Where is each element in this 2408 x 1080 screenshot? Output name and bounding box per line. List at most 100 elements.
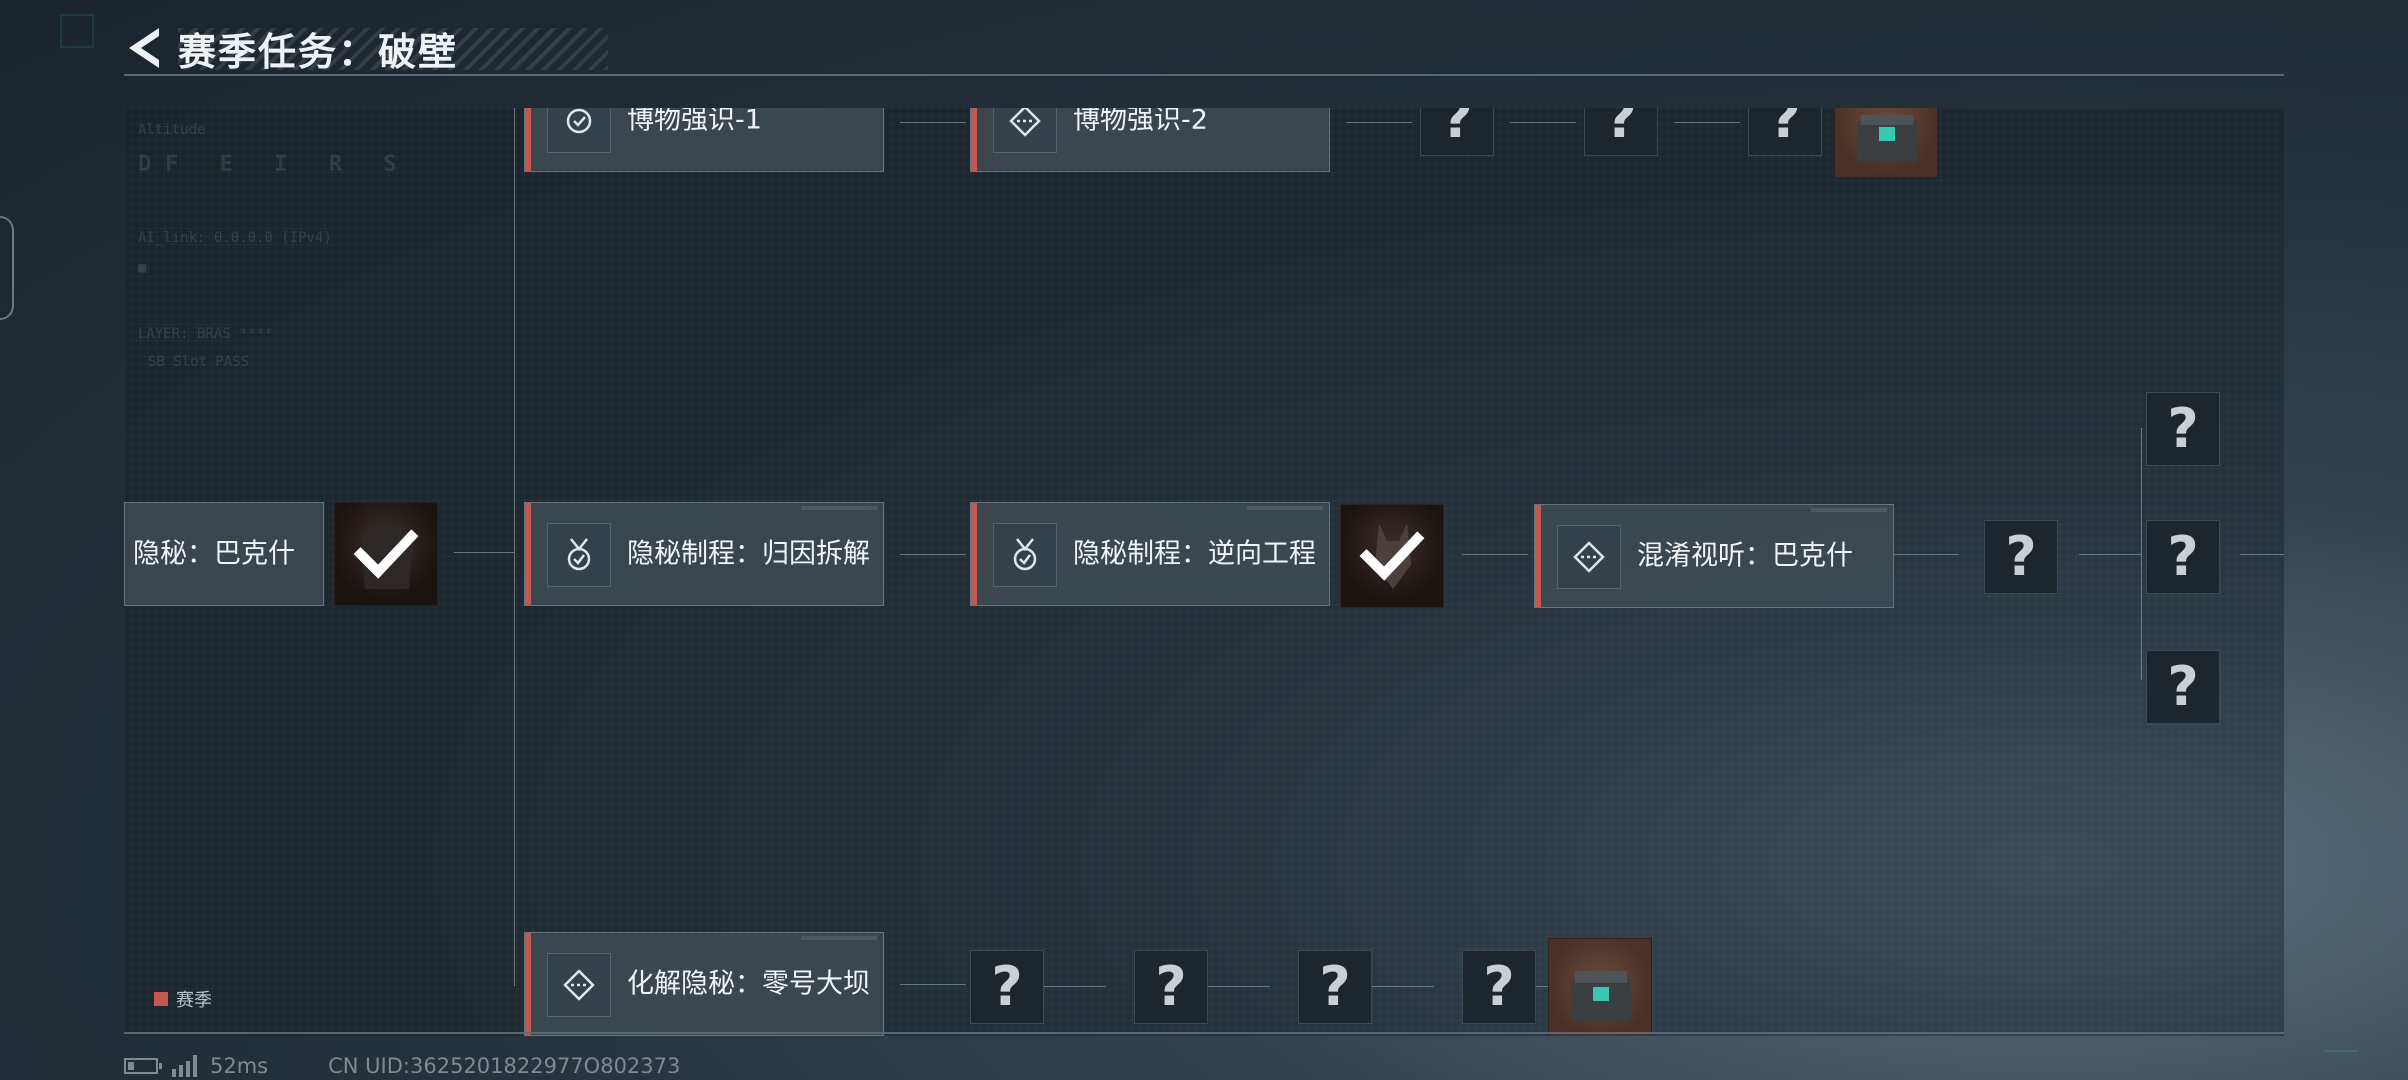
deco-text: SB Slot PASS bbox=[148, 354, 250, 370]
season-legend-swatch bbox=[154, 992, 168, 1006]
question-mark-icon: ? bbox=[991, 955, 1023, 1018]
title-box: 赛季任务：破壁 bbox=[178, 22, 608, 74]
back-button[interactable] bbox=[124, 22, 166, 74]
connector-line bbox=[900, 554, 966, 555]
checkmark-icon bbox=[1359, 531, 1425, 581]
connector-line bbox=[2240, 554, 2284, 555]
deco-text: LAYER: BRAS **** bbox=[138, 326, 273, 342]
connector-line bbox=[514, 108, 515, 986]
quest-node-museum-2[interactable]: 博物强识-2 bbox=[970, 108, 1330, 172]
locked-quest[interactable]: ? bbox=[2146, 650, 2220, 724]
question-mark-icon: ? bbox=[1319, 955, 1351, 1018]
locked-quest[interactable]: ? bbox=[2146, 392, 2220, 466]
question-mark-icon: ? bbox=[1441, 108, 1473, 150]
deco-text: Altitude bbox=[138, 122, 206, 138]
locked-quest[interactable]: ? bbox=[2146, 520, 2220, 594]
quest-label: 博物强识-1 bbox=[627, 108, 762, 136]
deco-text: DF E I R S bbox=[138, 152, 411, 177]
uid-text: CN UID:3625201822977O802373 bbox=[328, 1054, 681, 1078]
connector-line bbox=[1462, 554, 1528, 555]
connector-line bbox=[454, 552, 514, 553]
side-drawer-handle[interactable] bbox=[0, 216, 14, 320]
reward-crate[interactable] bbox=[1834, 108, 1938, 178]
page-header: 赛季任务：破壁 bbox=[124, 22, 608, 74]
check-circle-icon bbox=[566, 108, 592, 134]
question-mark-icon: ? bbox=[1483, 955, 1515, 1018]
reward-crate[interactable] bbox=[1548, 938, 1652, 1036]
question-mark-icon: ? bbox=[1605, 108, 1637, 150]
quest-tree-panel[interactable]: Altitude DF E I R S AI_link: 0.0.0.0 (IP… bbox=[124, 108, 2284, 1036]
diamond-scan-icon bbox=[563, 969, 595, 1001]
status-bar: 52ms CN UID:3625201822977O802373 bbox=[124, 1052, 680, 1080]
connector-line bbox=[2141, 428, 2142, 680]
quest-icon bbox=[547, 523, 611, 587]
season-marker bbox=[971, 108, 977, 171]
reward-completed[interactable] bbox=[334, 502, 438, 606]
quest-node-confuse[interactable]: 混淆视听：巴克什 bbox=[1534, 504, 1894, 608]
question-mark-icon: ? bbox=[2167, 655, 2199, 718]
quest-label: 隐秘制程：逆向工程 bbox=[1073, 538, 1316, 570]
locked-quest[interactable]: ? bbox=[1584, 108, 1658, 156]
medal-icon bbox=[567, 538, 591, 571]
crate-icon bbox=[1857, 115, 1917, 161]
chevron-left-icon bbox=[129, 28, 159, 68]
quest-label: 隐秘制程：归因拆解 bbox=[627, 538, 870, 570]
connector-line bbox=[900, 984, 966, 985]
connector-line bbox=[1040, 986, 1106, 987]
connector-line bbox=[1893, 554, 1959, 555]
connector-line bbox=[1510, 122, 1576, 123]
connector-line bbox=[1346, 122, 1412, 123]
season-marker bbox=[525, 108, 531, 171]
corner-decoration bbox=[2324, 1050, 2358, 1052]
signal-icon bbox=[172, 1055, 200, 1077]
question-mark-icon: ? bbox=[1769, 108, 1801, 150]
locked-quest[interactable]: ? bbox=[1748, 108, 1822, 156]
quest-icon bbox=[547, 953, 611, 1017]
node-tag bbox=[801, 506, 877, 510]
question-mark-icon: ? bbox=[2167, 525, 2199, 588]
locked-quest[interactable]: ? bbox=[1420, 108, 1494, 156]
checkmark-icon bbox=[353, 529, 419, 579]
locked-quest[interactable]: ? bbox=[1298, 950, 1372, 1024]
node-tag bbox=[801, 936, 877, 940]
locked-quest[interactable]: ? bbox=[1462, 950, 1536, 1024]
connector-line bbox=[900, 122, 966, 123]
quest-icon bbox=[547, 108, 611, 153]
connector-line bbox=[2079, 554, 2141, 555]
medal-icon bbox=[1013, 538, 1037, 571]
quest-node-museum-1[interactable]: 博物强识-1 bbox=[524, 108, 884, 172]
quest-icon bbox=[993, 523, 1057, 587]
quest-node-reverse-engineering[interactable]: 隐秘制程：逆向工程 bbox=[970, 502, 1330, 606]
quest-node-attribution[interactable]: 隐秘制程：归因拆解 bbox=[524, 502, 884, 606]
battery-icon bbox=[124, 1058, 162, 1074]
quest-icon bbox=[1557, 525, 1621, 589]
crate-icon bbox=[1571, 971, 1631, 1021]
legend: 赛季 bbox=[154, 986, 212, 1012]
quest-label: 化解隐秘：零号大坝 bbox=[627, 968, 870, 1000]
question-mark-icon: ? bbox=[2167, 397, 2199, 460]
reward-completed[interactable] bbox=[1340, 504, 1444, 608]
header-divider bbox=[124, 74, 2284, 76]
quest-node-zero-dam[interactable]: 化解隐秘：零号大坝 bbox=[524, 932, 884, 1036]
season-marker bbox=[1535, 505, 1541, 607]
page-title: 赛季任务：破壁 bbox=[178, 29, 459, 74]
question-mark-icon: ? bbox=[1155, 955, 1187, 1018]
locked-quest[interactable]: ? bbox=[1134, 950, 1208, 1024]
node-tag bbox=[1811, 508, 1887, 512]
quest-label: 博物强识-2 bbox=[1073, 108, 1208, 136]
season-marker bbox=[525, 933, 531, 1035]
season-marker bbox=[525, 503, 531, 605]
locked-quest[interactable]: ? bbox=[1984, 520, 2058, 594]
footer-divider bbox=[124, 1032, 2284, 1034]
locked-quest[interactable]: ? bbox=[970, 950, 1044, 1024]
quest-label: 隐秘：巴克什 bbox=[133, 538, 295, 570]
diamond-scan-icon bbox=[1009, 108, 1041, 137]
corner-decoration bbox=[60, 14, 94, 48]
node-tag bbox=[1247, 506, 1323, 510]
quest-node-bakesh[interactable]: 隐秘：巴克什 bbox=[124, 502, 324, 606]
deco-text: ■ bbox=[138, 260, 147, 276]
latency-text: 52ms bbox=[210, 1054, 269, 1078]
connector-line bbox=[1204, 986, 1270, 987]
legend-label: 赛季 bbox=[176, 990, 212, 1011]
question-mark-icon: ? bbox=[2005, 525, 2037, 588]
